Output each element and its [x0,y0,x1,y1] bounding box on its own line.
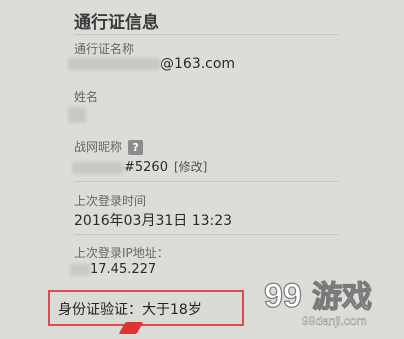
last-login-ip-label: 上次登录IP地址： [74,246,169,260]
last-login-time-value: 2016年03月31日 13:23 [74,213,233,229]
redacted-email-prefix [68,58,160,70]
redacted-name [68,106,86,123]
edit-nickname-link[interactable]: [修改] [174,160,207,174]
nickname-suffix: #5260 [124,160,168,175]
name-value-row [68,104,86,123]
section-title: 通行证信息 [74,13,159,33]
passport-name-label: 通行证名称 [74,42,135,56]
divider-1 [74,181,338,182]
title-divider [74,34,338,35]
last-login-ip-value: 17.45.227 [90,262,157,277]
watermark-logo: 99 游戏 99danji.com [262,267,398,331]
redacted-nickname [72,161,124,174]
nickname-label: 战网昵称 [74,140,123,154]
help-icon[interactable]: ? [128,140,144,155]
passport-name-value: @163.com [160,56,236,72]
watermark-logo-graphic: 99 游戏 99danji.com [263,276,372,328]
id-verification-text: 身份证验证：大于18岁 [58,302,202,318]
last-login-ip-value-row: 17.45.227 [70,262,156,277]
name-label: 姓名 [74,90,99,104]
nickname-label-row: 战网昵称? [74,138,144,155]
divider-2 [74,234,338,235]
passport-name-value-row: @163.com [68,56,235,72]
watermark-brand-text: 游戏 [312,280,372,315]
watermark-url-text: 99danji.com [302,314,367,328]
redacted-ip-prefix [70,263,90,276]
watermark-logo-number: 99 [264,277,302,315]
id-verification-highlight: 身份证验证：大于18岁 [48,290,244,326]
nickname-value-row: #5260 [修改] [72,158,207,175]
last-login-time-label: 上次登录时间 [74,194,147,208]
account-page: 通行证信息 通行证名称 @163.com 姓名 战网昵称? #5260 [修改] … [0,0,404,339]
